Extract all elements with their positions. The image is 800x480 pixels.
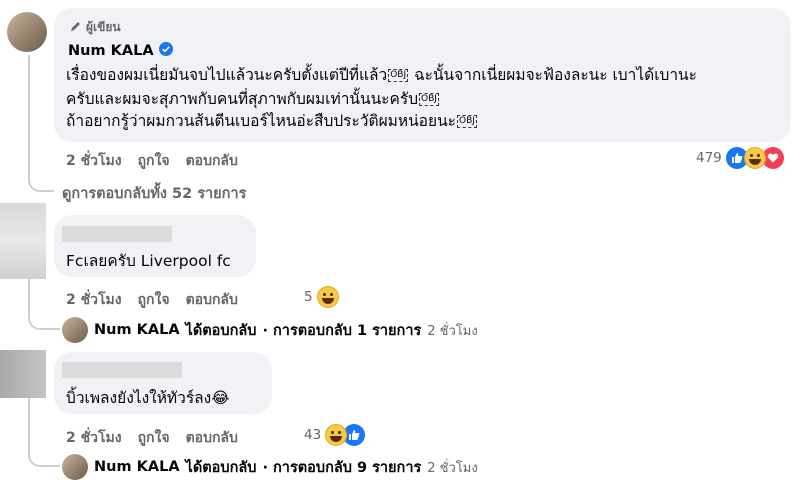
main-comment-actions: 2 ชั่วโมง ถูกใจ ตอบกลับ [66, 150, 238, 172]
author-name-link[interactable]: Num KALA [68, 43, 154, 59]
comment-2-reactions[interactable]: 43 [304, 424, 366, 446]
reaction-count: 479 [696, 150, 722, 166]
verified-badge-icon [158, 42, 173, 60]
reply-author-name[interactable]: Num KALA [94, 459, 180, 475]
reaction-count: 43 [304, 427, 322, 443]
commenter-avatar[interactable] [0, 350, 46, 398]
redacted-name [62, 226, 172, 242]
comment-2-text: บิ้วเพลงยังไงให้ทัวร์ลง😂 [66, 389, 230, 407]
reply-count[interactable]: · การตอบกลับ 9 รายการ [262, 456, 421, 479]
comment-text-line-1: เรื่องของผมเนี่ยมันจบไปแล้วนะครับตั้งแต่… [66, 64, 697, 86]
comment-author-name[interactable]: Num KALA [68, 42, 173, 60]
view-all-replies-link[interactable]: ดูการตอบกลับทั้ง 52 รายการ [62, 182, 246, 205]
text-segment: ถ้าอยากรู้ว่าผมกวนส้นตีนเบอร์ไหนอ่ะสืบปร… [66, 112, 456, 130]
reply-button[interactable]: ตอบกลับ [186, 427, 238, 449]
reply-time: 2 ชั่วโมง [427, 323, 478, 339]
like-button[interactable]: ถูกใจ [138, 427, 170, 449]
pencil-icon [70, 20, 82, 35]
reply-action: ได้ตอบกลับ [185, 322, 257, 339]
reply-author-name[interactable]: Num KALA [94, 322, 180, 338]
obj-glyph: OBJ [419, 93, 439, 106]
comment-1-reactions[interactable]: 5 [304, 286, 339, 308]
comment-2-actions: 2 ชั่วโมง ถูกใจ ตอบกลับ [66, 427, 238, 449]
comment-1-actions: 2 ชั่วโมง ถูกใจ ตอบกลับ [66, 289, 238, 311]
haha-reaction-icon [743, 147, 766, 169]
comment-text-line-2: ครับและผมจะสุภาพกับคนที่สุภาพกับผมเท่านั… [66, 88, 440, 110]
obj-glyph: OBJ [457, 115, 477, 128]
comment-1-reply-summary[interactable]: Num KALA ได้ตอบกลับ · การตอบกลับ 1 รายกา… [62, 317, 478, 343]
like-button[interactable]: ถูกใจ [138, 150, 170, 172]
comment-time[interactable]: 2 ชั่วโมง [66, 150, 122, 172]
comment-1-text: Fcเลยครับ Liverpool fc [66, 252, 231, 270]
reply-count[interactable]: · การตอบกลับ 1 รายการ [262, 319, 421, 342]
thread-line [28, 55, 30, 178]
reply-button[interactable]: ตอบกลับ [186, 289, 238, 311]
like-button[interactable]: ถูกใจ [138, 289, 170, 311]
reply-time: 2 ชั่วโมง [427, 460, 478, 476]
reply-author-avatar [62, 317, 88, 343]
redacted-name [62, 362, 182, 378]
author-avatar[interactable] [7, 12, 47, 52]
comment-time[interactable]: 2 ชั่วโมง [66, 427, 122, 449]
commenter-avatar[interactable] [0, 203, 46, 279]
thread-curve [28, 166, 54, 192]
thread-curve [28, 441, 60, 467]
text-segment: ครับและผมจะสุภาพกับคนที่สุภาพกับผมเท่านั… [66, 90, 419, 108]
comment-text-line-3: ถ้าอยากรู้ว่าผมกวนส้นตีนเบอร์ไหนอ่ะสืบปร… [66, 110, 478, 132]
obj-glyph: OBJ [388, 69, 409, 82]
author-badge: ผู้เขียน [70, 18, 121, 37]
author-badge-label: ผู้เขียน [86, 20, 121, 34]
main-reactions[interactable]: 479 [696, 147, 784, 169]
comment-time[interactable]: 2 ชั่วโมง [66, 289, 122, 311]
reply-author-avatar [62, 454, 88, 480]
text-segment: เรื่องของผมเนี่ยมันจบไปแล้วนะครับตั้งแต่… [66, 66, 388, 84]
haha-reaction-icon [316, 286, 339, 308]
text-segment: ฉะนั้นจากเนี่ยผมจะฟ้องละนะ เบาได้เบานะ [414, 66, 697, 84]
reply-button[interactable]: ตอบกลับ [186, 150, 238, 172]
comment-2-reply-summary[interactable]: Num KALA ได้ตอบกลับ · การตอบกลับ 9 รายกา… [62, 454, 478, 480]
thread-curve [28, 304, 60, 330]
haha-reaction-icon [325, 424, 348, 446]
reply-action: ได้ตอบกลับ [185, 459, 257, 476]
reaction-count: 5 [304, 289, 313, 305]
